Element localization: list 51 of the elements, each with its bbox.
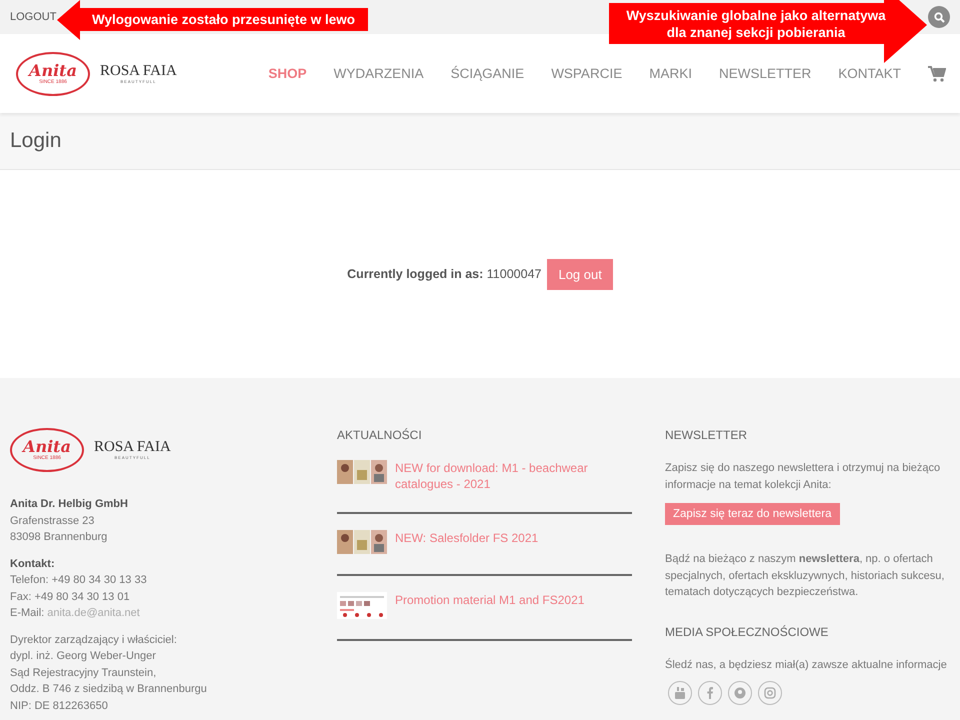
section-heading: NEWSLETTER [665, 428, 748, 442]
nav-link[interactable]: SHOP [268, 66, 307, 81]
youtube-icon [675, 687, 685, 699]
newsletter-intro: Zapisz się do naszego newslettera i otrzymuj na bieżąco informacje na temat kolekcji Anita: [665, 461, 942, 492]
callout-arrow: Wylogowanie zostało przesunięte w lewo [57, 0, 368, 40]
news-link[interactable]: NEW for download: M1 - beachwear catalogues - 2021 [395, 460, 632, 492]
logo-text: Anita [29, 62, 77, 78]
nav-link[interactable]: WSPARCIE [551, 66, 622, 81]
social-link[interactable] [668, 681, 692, 705]
legal-line: Oddz. B 746 z siedzibą w Brannenburgu [10, 682, 208, 697]
social-text: Śledź nas, a będziesz miał(a) zawsze aktualne informacje [665, 657, 948, 672]
search-button[interactable] [928, 6, 950, 28]
logo-text: Anita [23, 439, 71, 455]
legal-line: Dyrektor zarządzający i właściciel: [10, 632, 178, 648]
nav-link[interactable]: NEWSLETTER [718, 66, 812, 81]
fax-text: Fax: +49 80 34 30 13 01 [10, 590, 131, 604]
address-line: Grafenstrasse 23 [10, 514, 96, 528]
login-status: Currently logged in as: 11000047 [347, 267, 542, 281]
email-link[interactable]: anita.de@anita.net [47, 607, 140, 619]
email-text: E-Mail: anita.de@anita.net [10, 606, 141, 621]
cart-icon[interactable] [928, 66, 946, 82]
news-link[interactable]: NEW: Salesfolder FS 2021 [395, 530, 538, 554]
contact-heading: Kontakt: [10, 556, 56, 572]
rosa-faia-logo: ROSA FAIA [100, 64, 177, 78]
logout-button[interactable]: Log out [547, 258, 613, 290]
legal-line: NIP: DE 812263650 [10, 698, 109, 714]
section-heading: MEDIA SPOŁECZNOŚCIOWE [665, 624, 830, 638]
subscribe-button[interactable]: Zapisz się teraz do newslettera [665, 503, 840, 525]
legal-line: dypl. inż. Georg Weber-Unger [10, 649, 157, 664]
social-link[interactable] [698, 681, 722, 705]
callout-arrow: Wyszukiwanie globalne jako alternatywa dla znanej sekcji pobierania [609, 0, 929, 64]
nav-link[interactable]: WYDARZENIA [334, 66, 424, 81]
address-line: 83098 Brannenburg [10, 530, 108, 545]
nav-link[interactable]: ŚCIĄGANIE [450, 66, 524, 81]
section-heading: AKTUALNOŚCI [337, 428, 423, 442]
logout-link[interactable]: LOGOUT [10, 11, 56, 23]
page-title: Login [10, 129, 62, 153]
phone-text: Telefon: +49 80 34 30 13 33 [10, 573, 148, 588]
search-icon [934, 12, 944, 22]
nav-link[interactable]: MARKI [649, 66, 692, 81]
legal-line: Sąd Rejestracyjny Traunstein, [10, 666, 158, 680]
facebook-icon [707, 687, 713, 699]
instagram-icon [764, 687, 776, 699]
social-link[interactable] [728, 681, 752, 705]
pinterest-icon [734, 687, 746, 699]
newsletter-text: Bądź na bieżąco z naszym newslettera, np. o ofertach specjalnych, ofertach ekskluzywnych, historiach sukcesu, tematach dotyczących bezpieczeństwa. [665, 552, 946, 600]
news-link[interactable]: Promotion material M1 and FS2021 [395, 592, 584, 619]
company-name: Anita Dr. Helbig GmbH [10, 497, 129, 512]
social-link[interactable] [758, 681, 782, 705]
rosa-faia-logo: ROSA FAIA [94, 440, 171, 455]
nav-link[interactable]: KONTAKT [838, 66, 901, 81]
